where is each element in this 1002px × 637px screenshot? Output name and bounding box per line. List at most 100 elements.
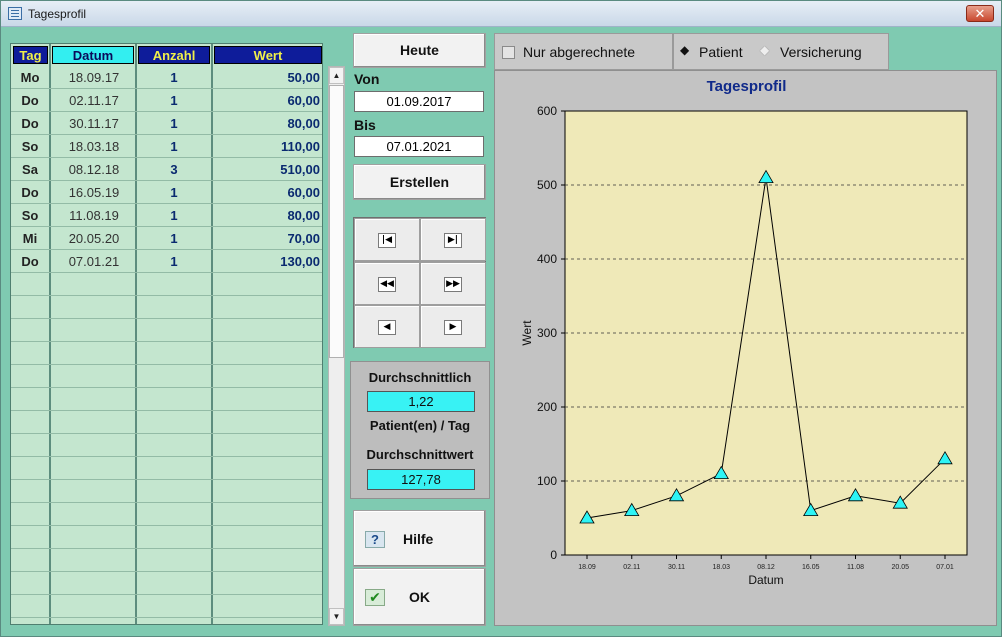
- table-cell-wert[interactable]: 80,00: [214, 204, 322, 227]
- row-divider: [11, 318, 322, 319]
- scroll-down-icon[interactable]: ▼: [329, 608, 344, 625]
- table-cell-datum[interactable]: 07.01.21: [53, 250, 135, 273]
- table-cell-datum[interactable]: 30.11.17: [53, 112, 135, 135]
- table-cell-datum[interactable]: 18.03.18: [53, 135, 135, 158]
- table-cell-tag[interactable]: So: [11, 204, 49, 227]
- column-header-datum[interactable]: Datum: [52, 46, 134, 64]
- table-cell-tag[interactable]: Sa: [11, 158, 49, 181]
- radio-insurance-icon[interactable]: ◆: [760, 43, 769, 57]
- chart-panel: Tagesprofil 0 100 200 300 400 500 600 18.09 02.1…: [494, 70, 997, 626]
- patient-radio-label[interactable]: Patient: [699, 44, 743, 60]
- x-axis-label: Datum: [748, 573, 783, 587]
- table-cell-tag[interactable]: Do: [11, 250, 49, 273]
- table-cell-anzahl[interactable]: 1: [138, 112, 210, 135]
- x-tick-label: 20.05: [891, 564, 909, 571]
- row-divider: [11, 410, 322, 411]
- create-button[interactable]: Erstellen: [353, 164, 486, 200]
- x-tick-label: 30.11: [668, 564, 685, 571]
- row-divider: [11, 295, 322, 296]
- row-divider: [11, 341, 322, 342]
- help-icon: ?: [365, 531, 385, 548]
- first-record-icon: |◀: [378, 233, 396, 248]
- last-record-button[interactable]: ▶|: [420, 218, 486, 261]
- previous-page-button[interactable]: ◀◀: [354, 262, 420, 305]
- table-cell-anzahl[interactable]: 3: [138, 158, 210, 181]
- action-buttons: ? Hilfe ✔ OK: [353, 510, 486, 626]
- column-divider: [211, 44, 213, 624]
- y-tick-label: 400: [537, 252, 557, 266]
- column-header-anzahl[interactable]: Anzahl: [138, 46, 210, 64]
- y-axis-label: Wert: [520, 320, 534, 346]
- row-divider: [11, 364, 322, 365]
- table-cell-wert[interactable]: 70,00: [214, 227, 322, 250]
- average-value-label: Durchschnittwert: [366, 447, 474, 462]
- only-billed-checkbox[interactable]: Nur abgerechnete: [494, 33, 673, 70]
- table-cell-anzahl[interactable]: 1: [138, 204, 210, 227]
- table-cell-anzahl[interactable]: 1: [138, 135, 210, 158]
- table-cell-datum[interactable]: 02.11.17: [53, 89, 135, 112]
- ok-button[interactable]: ✔ OK: [353, 568, 486, 626]
- table-cell-tag[interactable]: So: [11, 135, 49, 158]
- table-cell-tag[interactable]: Do: [11, 89, 49, 112]
- table-cell-tag[interactable]: Mo: [11, 66, 49, 89]
- table-cell-datum[interactable]: 08.12.18: [53, 158, 135, 181]
- scroll-thumb[interactable]: [329, 85, 344, 358]
- table-cell-wert[interactable]: 60,00: [214, 89, 322, 112]
- scroll-up-icon[interactable]: ▲: [329, 67, 344, 84]
- to-date-field[interactable]: [354, 136, 484, 157]
- from-date-field[interactable]: [354, 91, 484, 112]
- statistics-panel: Durchschnittlich 1,22 Patient(en) / Tag …: [350, 361, 490, 499]
- table-cell-wert[interactable]: 510,00: [214, 158, 322, 181]
- navigation-group: |◀ ▶| ◀◀ ▶▶ ◀ ▶: [353, 217, 486, 348]
- last-record-icon: ▶|: [444, 233, 462, 248]
- help-button[interactable]: ? Hilfe: [353, 510, 486, 567]
- x-tick-label: 07.01: [936, 564, 954, 571]
- previous-record-button[interactable]: ◀: [354, 305, 420, 348]
- previous-page-icon: ◀◀: [378, 277, 396, 292]
- table-cell-tag[interactable]: Mi: [11, 227, 49, 250]
- insurance-radio-label[interactable]: Versicherung: [780, 44, 862, 60]
- table-cell-anzahl[interactable]: 1: [138, 89, 210, 112]
- table-cell-datum[interactable]: 18.09.17: [53, 66, 135, 89]
- tagesprofil-line-chart: 0 100 200 300 400 500 600 18.09 02.11 30.11 18.03 0…: [520, 104, 968, 587]
- table-cell-datum[interactable]: 11.08.19: [53, 204, 135, 227]
- next-page-button[interactable]: ▶▶: [420, 262, 486, 305]
- patients-per-day-label: Patient(en) / Tag: [369, 418, 471, 433]
- radio-patient-icon[interactable]: ◆: [680, 43, 689, 57]
- row-divider: [11, 433, 322, 434]
- table-cell-anzahl[interactable]: 1: [138, 250, 210, 273]
- title-bar[interactable]: Tagesprofil ✕: [1, 1, 1001, 27]
- column-header-wert[interactable]: Wert: [214, 46, 322, 64]
- first-record-button[interactable]: |◀: [354, 218, 420, 261]
- table-cell-datum[interactable]: 16.05.19: [53, 181, 135, 204]
- tagesprofil-window: Tagesprofil ✕ Tag Datum Anzahl Wert Mo 18…: [0, 0, 1002, 637]
- tagesprofil-table[interactable]: Tag Datum Anzahl Wert Mo 18.09.17 1 50,00 Do…: [10, 43, 323, 625]
- table-cell-anzahl[interactable]: 1: [138, 227, 210, 250]
- table-cell-tag[interactable]: Do: [11, 181, 49, 204]
- table-cell-tag[interactable]: Do: [11, 112, 49, 135]
- x-tick-label: 16.05: [802, 564, 820, 571]
- table-cell-datum[interactable]: 20.05.20: [53, 227, 135, 250]
- close-button[interactable]: ✕: [966, 5, 994, 22]
- table-cell-wert[interactable]: 110,00: [214, 135, 322, 158]
- y-tick-label: 500: [537, 178, 557, 192]
- today-button[interactable]: Heute: [353, 33, 486, 68]
- table-cell-wert[interactable]: 80,00: [214, 112, 322, 135]
- y-tick-label: 300: [537, 326, 557, 340]
- x-tick-label: 11.08: [847, 564, 864, 571]
- next-page-icon: ▶▶: [444, 277, 462, 292]
- row-divider: [11, 502, 322, 503]
- table-scrollbar[interactable]: ▲ ▼: [328, 66, 345, 626]
- table-cell-wert[interactable]: 60,00: [214, 181, 322, 204]
- table-cell-anzahl[interactable]: 1: [138, 66, 210, 89]
- y-tick-label: 100: [537, 474, 557, 488]
- next-record-button[interactable]: ▶: [420, 305, 486, 348]
- x-tick-label: 08.12: [757, 564, 775, 571]
- column-header-tag[interactable]: Tag: [13, 46, 48, 64]
- filter-options: Nur abgerechnete ◆ Patient ◆ Versicherun…: [494, 33, 889, 70]
- table-cell-anzahl[interactable]: 1: [138, 181, 210, 204]
- row-divider: [11, 479, 322, 480]
- table-cell-wert[interactable]: 130,00: [214, 250, 322, 273]
- checkbox-icon: [502, 46, 515, 59]
- table-cell-wert[interactable]: 50,00: [214, 66, 322, 89]
